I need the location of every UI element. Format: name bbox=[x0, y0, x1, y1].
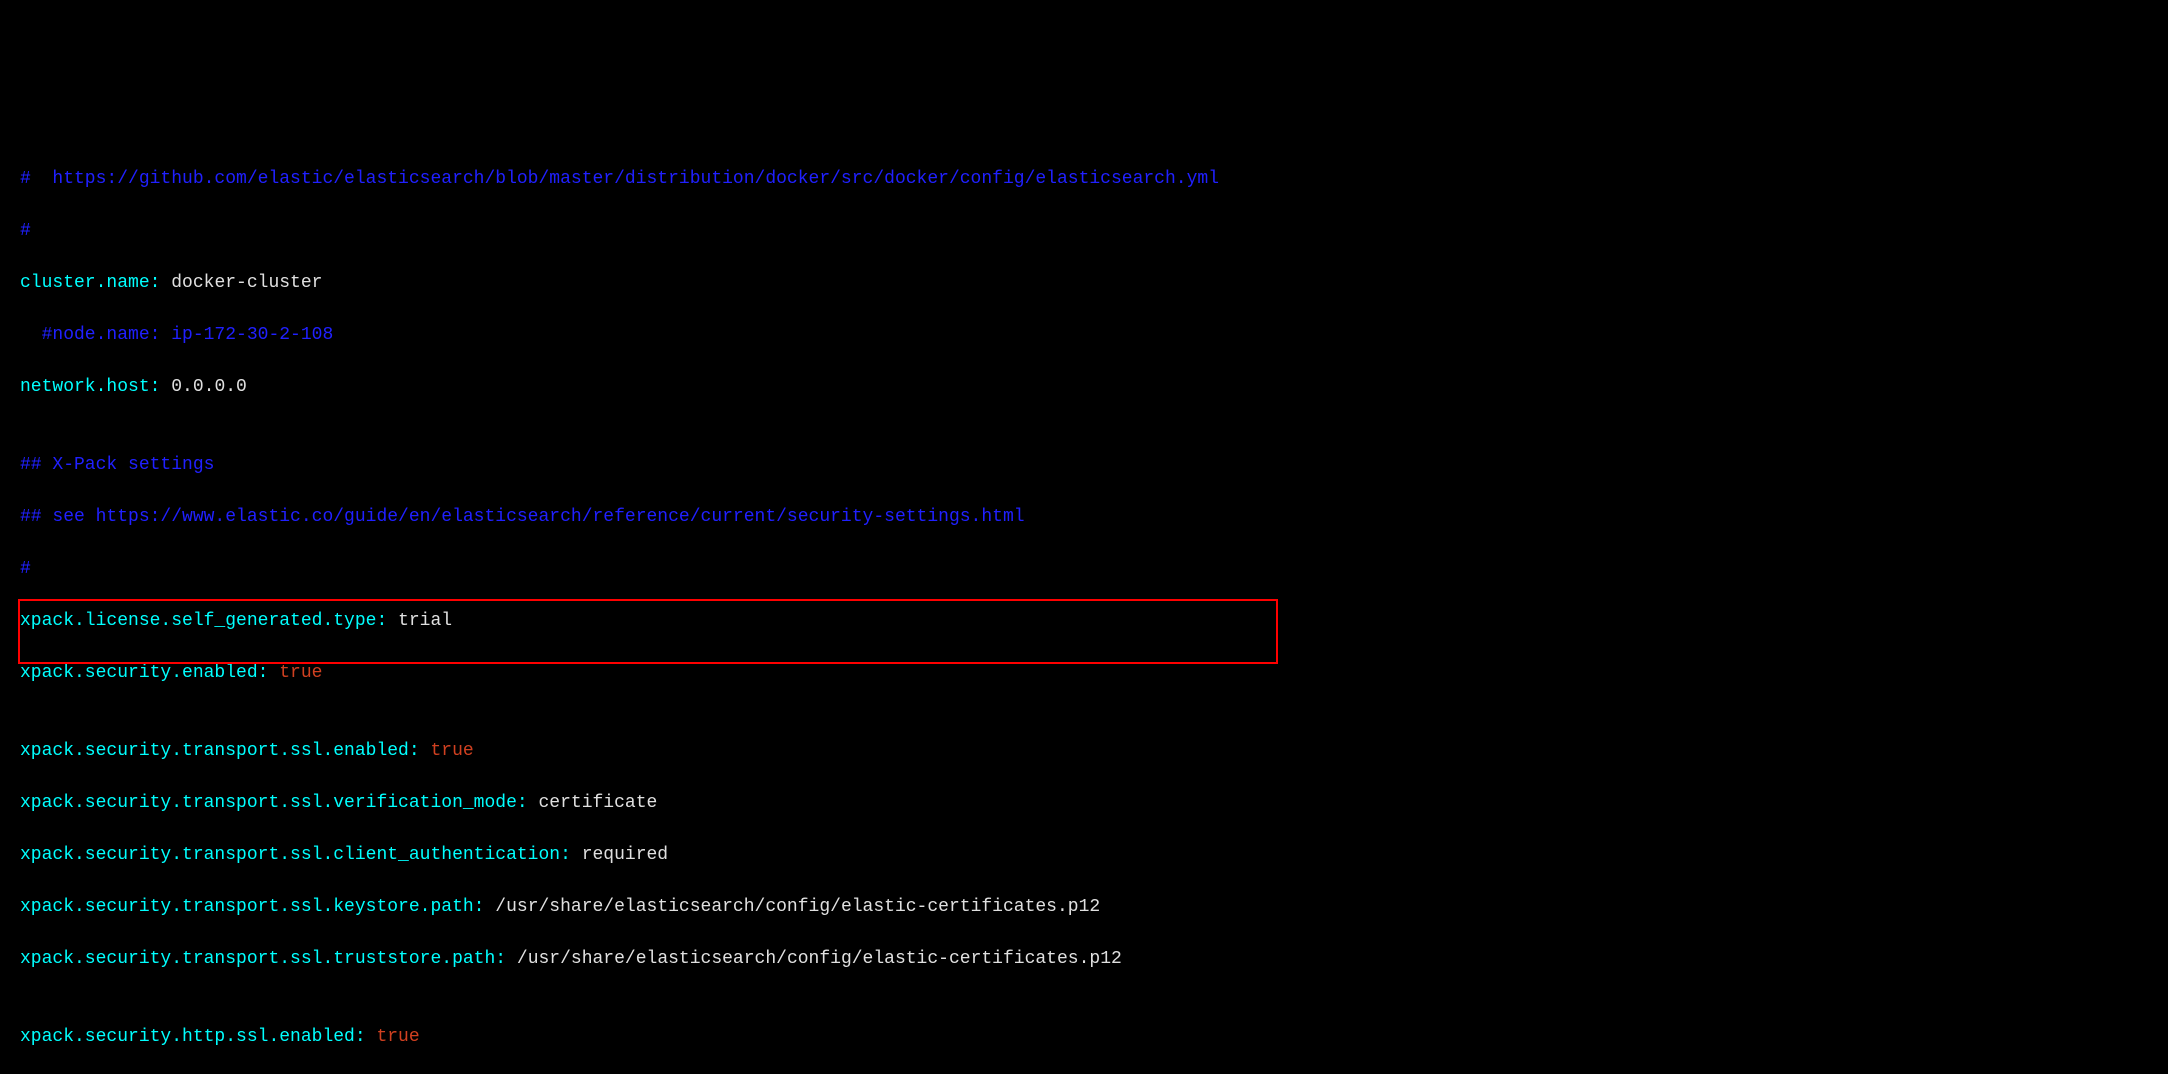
yaml-key: xpack.security.transport.ssl.enabled: bbox=[20, 741, 420, 761]
comment-text: # bbox=[20, 559, 31, 579]
config-line: xpack.security.transport.ssl.verificatio… bbox=[20, 790, 2148, 816]
config-line: # bbox=[20, 218, 2148, 244]
config-line: ## X-Pack settings bbox=[20, 452, 2148, 478]
config-line: cluster.name: docker-cluster bbox=[20, 270, 2148, 296]
config-line: #node.name: ip-172-30-2-108 bbox=[20, 322, 2148, 348]
yaml-key: xpack.license.self_generated.type: bbox=[20, 611, 387, 631]
comment-text: #node.name: ip-172-30-2-108 bbox=[20, 325, 333, 345]
yaml-value: docker-cluster bbox=[160, 273, 322, 293]
yaml-key: xpack.security.http.ssl.enabled: bbox=[20, 1027, 366, 1047]
config-line: network.host: 0.0.0.0 bbox=[20, 374, 2148, 400]
yaml-key: xpack.security.transport.ssl.truststore.… bbox=[20, 949, 506, 969]
comment-text: # bbox=[20, 221, 31, 241]
yaml-value: /usr/share/elasticsearch/config/elastic-… bbox=[506, 949, 1122, 969]
yaml-value: 0.0.0.0 bbox=[160, 377, 246, 397]
config-line: xpack.security.transport.ssl.enabled: tr… bbox=[20, 738, 2148, 764]
yaml-key: network.host: bbox=[20, 377, 160, 397]
yaml-key: xpack.security.transport.ssl.keystore.pa… bbox=[20, 897, 484, 917]
yaml-key: xpack.security.enabled: bbox=[20, 663, 268, 683]
yaml-value: true bbox=[366, 1027, 420, 1047]
config-line: xpack.security.enabled: true bbox=[20, 660, 2148, 686]
comment-text: ## see https://www.elastic.co/guide/en/e… bbox=[20, 507, 1025, 527]
yaml-key: xpack.security.transport.ssl.verificatio… bbox=[20, 793, 528, 813]
yaml-value: required bbox=[571, 845, 668, 865]
yaml-value: trial bbox=[387, 611, 452, 631]
yaml-value: certificate bbox=[528, 793, 658, 813]
comment-text: # https://github.com/elastic/elasticsear… bbox=[20, 169, 1219, 189]
config-line: xpack.security.transport.ssl.keystore.pa… bbox=[20, 894, 2148, 920]
yaml-key: cluster.name: bbox=[20, 273, 160, 293]
config-line: # https://github.com/elastic/elasticsear… bbox=[20, 166, 2148, 192]
config-line: ## see https://www.elastic.co/guide/en/e… bbox=[20, 504, 2148, 530]
config-line: xpack.license.self_generated.type: trial bbox=[20, 608, 2148, 634]
comment-text: ## X-Pack settings bbox=[20, 455, 214, 475]
yaml-value: true bbox=[268, 663, 322, 683]
yaml-value: /usr/share/elasticsearch/config/elastic-… bbox=[484, 897, 1100, 917]
config-line: # bbox=[20, 556, 2148, 582]
terminal-editor[interactable]: # https://github.com/elastic/elasticsear… bbox=[0, 130, 2168, 944]
config-line: xpack.security.transport.ssl.client_auth… bbox=[20, 842, 2148, 868]
config-line: xpack.security.http.ssl.enabled: true bbox=[20, 1024, 2148, 1050]
yaml-key: xpack.security.transport.ssl.client_auth… bbox=[20, 845, 571, 865]
yaml-value: true bbox=[420, 741, 474, 761]
config-line: xpack.security.transport.ssl.truststore.… bbox=[20, 946, 2148, 972]
